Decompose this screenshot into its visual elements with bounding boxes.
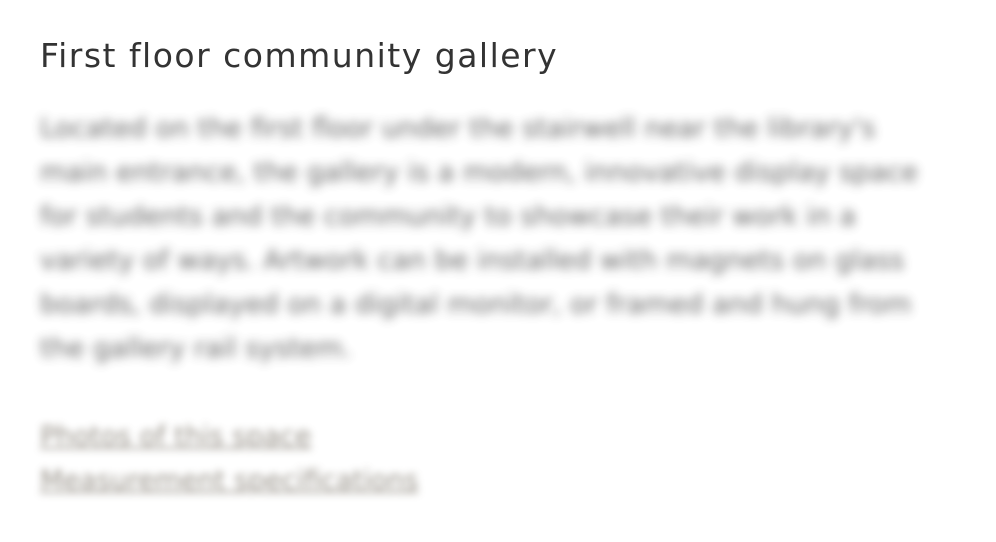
gallery-description: Located on the first floor under the sta…	[40, 113, 919, 364]
page-title: First floor community gallery	[40, 36, 559, 75]
related-links: Photos of this space Measurement specifi…	[40, 415, 930, 503]
photos-link[interactable]: Photos of this space	[40, 415, 311, 459]
gallery-section: First floor community gallery Located on…	[40, 36, 930, 503]
measurement-specifications-link[interactable]: Measurement specifications	[40, 459, 418, 503]
